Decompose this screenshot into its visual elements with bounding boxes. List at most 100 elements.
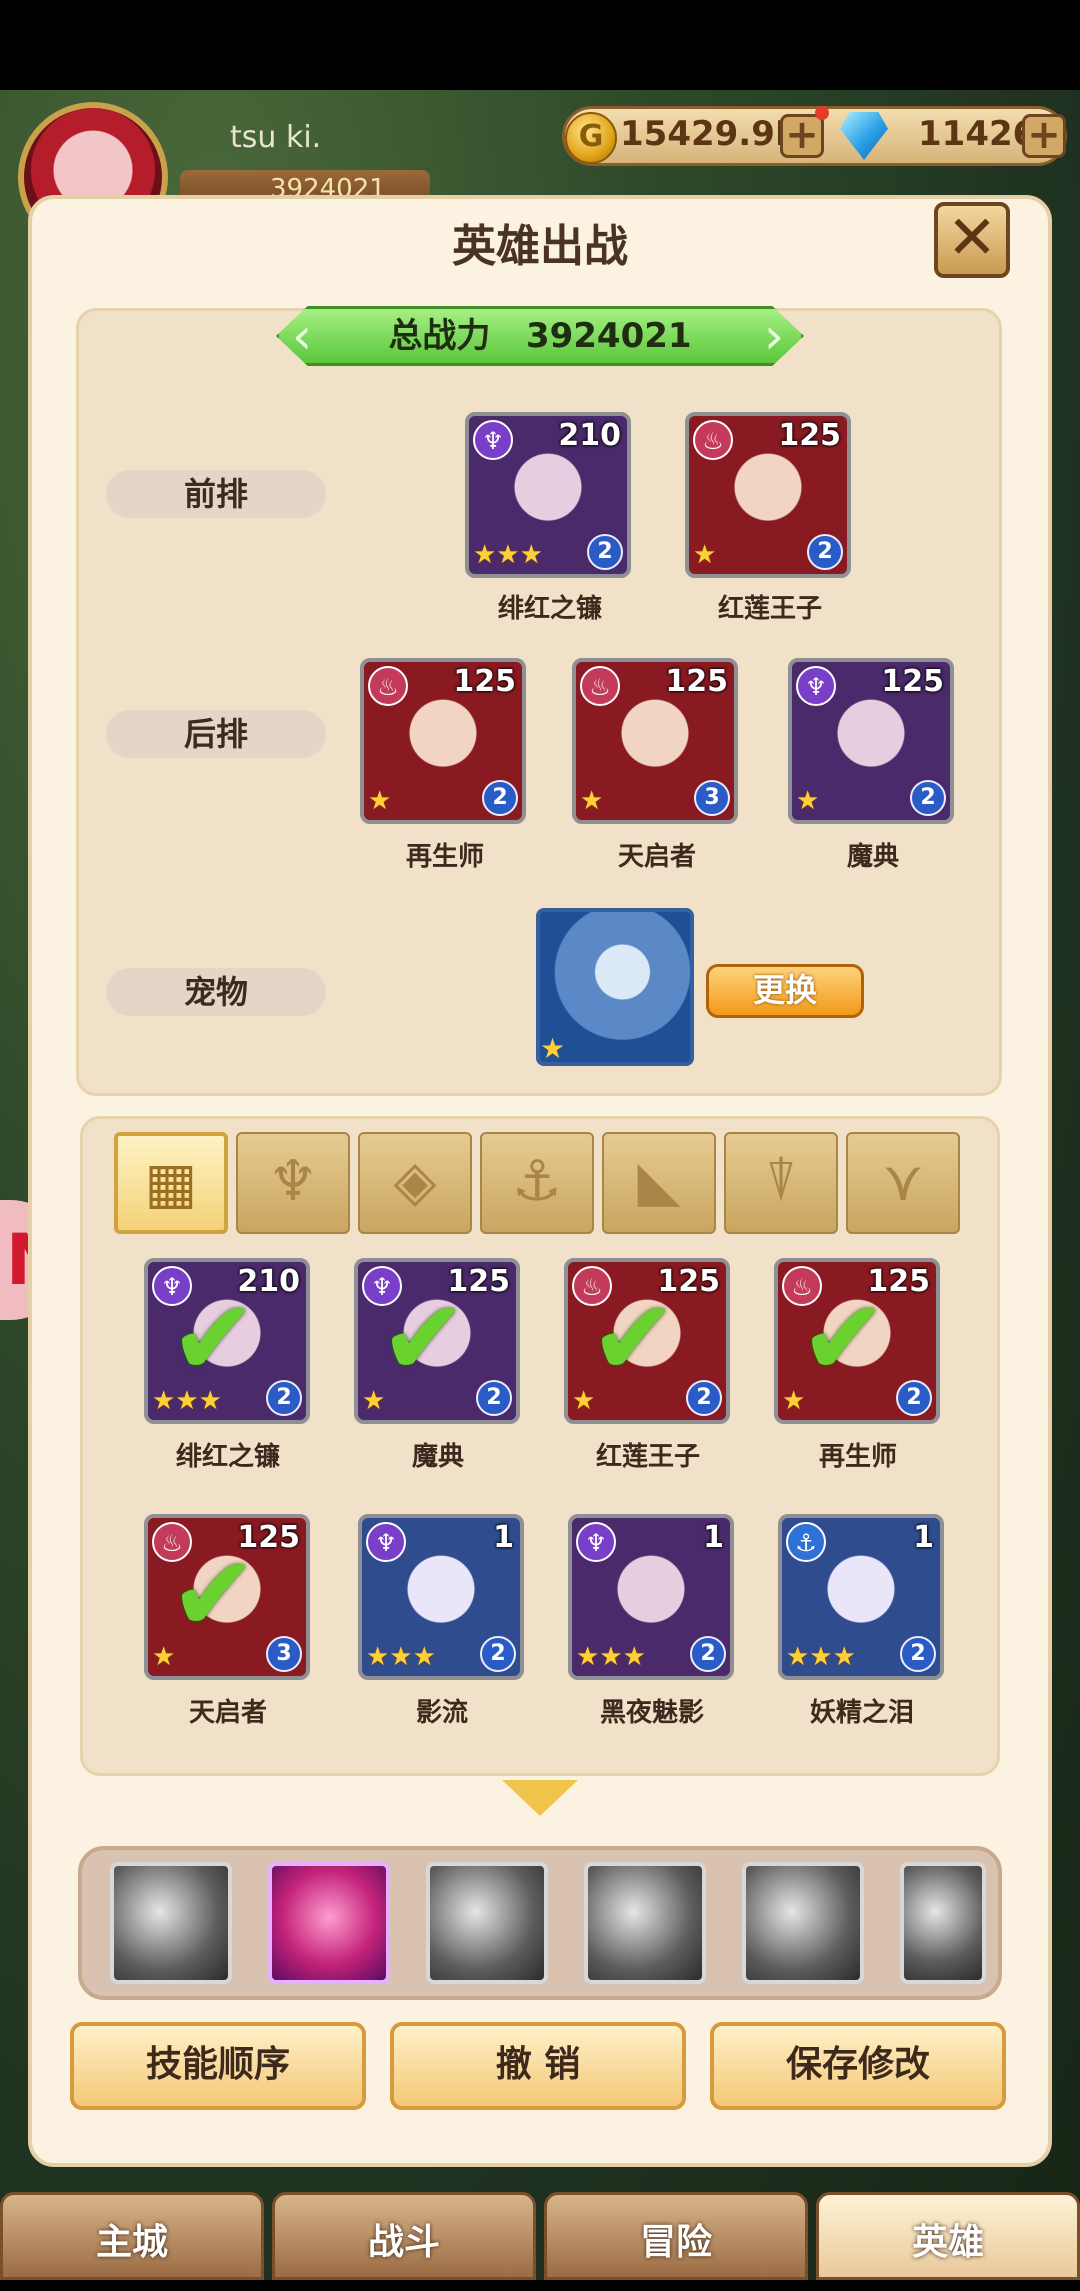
back-hero-card[interactable]: ♨ 125 ★ 2 xyxy=(360,658,526,824)
anchor-element-icon: ⚓ xyxy=(786,1522,826,1562)
hero-level: 125 xyxy=(453,664,516,699)
hero-rank-badge: 2 xyxy=(900,1636,936,1672)
pet-stars: ★ xyxy=(540,1032,566,1065)
hero-list-card[interactable]: ♆ 125 ★ 2 ✔ xyxy=(354,1258,520,1424)
total-power-value: 3924021 xyxy=(525,316,692,356)
chevron-right-icon: › xyxy=(764,307,784,365)
undo-button[interactable]: 撤 销 xyxy=(390,2022,686,2110)
nav-adventure[interactable]: 冒险 xyxy=(544,2192,808,2280)
skill-slot[interactable] xyxy=(584,1862,706,1984)
hero-list-card[interactable]: ♨ 125 ★ 2 ✔ xyxy=(564,1258,730,1424)
hero-level: 1 xyxy=(913,1520,934,1555)
filter-all-icon[interactable]: ▦ xyxy=(114,1132,228,1234)
nav-heroes[interactable]: 英雄 xyxy=(816,2192,1080,2280)
hero-stars: ★★★ xyxy=(366,1642,436,1672)
hero-name: 黑夜魅影 xyxy=(599,1698,704,1728)
gem-amount: 11426 xyxy=(918,114,1037,154)
selected-check-icon: ✔ xyxy=(170,1277,258,1399)
filter-light-icon[interactable]: ⋎ xyxy=(846,1132,960,1234)
total-power-banner: 总战力 3924021 xyxy=(276,306,804,366)
hero-list-card[interactable]: ♨ 125 ★ 2 ✔ xyxy=(774,1258,940,1424)
hero-list-card[interactable]: ♆ 210 ★★★ 2 ✔ xyxy=(144,1258,310,1424)
hero-name: 再生师 xyxy=(405,842,484,872)
dark-element-icon: ♆ xyxy=(796,666,836,706)
hero-stars: ★ xyxy=(580,786,604,816)
player-name: tsu ki. xyxy=(230,120,322,155)
add-gems-button[interactable]: + xyxy=(1022,114,1066,158)
hero-level: 1 xyxy=(493,1520,514,1555)
gold-amount: 15429.9K xyxy=(620,114,802,154)
hero-name: 天启者 xyxy=(188,1698,267,1728)
skill-slot[interactable] xyxy=(900,1862,986,1984)
hero-list-card[interactable]: ⚓ 1 ★★★ 2 xyxy=(778,1514,944,1680)
hero-stars: ★ xyxy=(368,786,392,816)
hero-rank-badge: 2 xyxy=(266,1380,302,1416)
hero-name: 魔典 xyxy=(846,842,899,872)
chevron-down-icon[interactable] xyxy=(502,1780,578,1816)
hero-name: 魔典 xyxy=(411,1442,464,1472)
hero-list-card[interactable]: ♆ 1 ★★★ 2 xyxy=(358,1514,524,1680)
hero-name: 天启者 xyxy=(617,842,696,872)
back-hero-card[interactable]: ♨ 125 ★ 3 xyxy=(572,658,738,824)
hero-level: 1 xyxy=(703,1520,724,1555)
filter-dark-icon[interactable]: ⍒ xyxy=(724,1132,838,1234)
nav-main-city[interactable]: 主城 xyxy=(0,2192,264,2280)
add-gold-button[interactable]: + xyxy=(780,114,824,158)
nav-battle[interactable]: 战斗 xyxy=(272,2192,536,2280)
hero-rank-badge: 3 xyxy=(694,780,730,816)
modal-title: 英雄出战 xyxy=(452,221,628,272)
hero-stars: ★ xyxy=(693,540,717,570)
hero-rank-badge: 2 xyxy=(910,780,946,816)
filter-anchor-icon[interactable]: ⚓ xyxy=(480,1132,594,1234)
hero-rank-badge: 2 xyxy=(587,534,623,570)
notification-dot xyxy=(815,106,829,120)
dark-element-icon: ♆ xyxy=(366,1522,406,1562)
hero-stars: ★★★ xyxy=(473,540,543,570)
close-button[interactable]: ✕ xyxy=(934,202,1010,278)
swap-pet-button[interactable]: 更换 xyxy=(706,964,864,1018)
hero-name: 再生师 xyxy=(818,1442,897,1472)
hero-list-card[interactable]: ♨ 125 ★ 3 ✔ xyxy=(144,1514,310,1680)
hero-rank-badge: 2 xyxy=(896,1380,932,1416)
hero-rank-badge: 2 xyxy=(690,1636,726,1672)
fire-element-icon: ♨ xyxy=(368,666,408,706)
hero-level: 125 xyxy=(778,418,841,453)
filter-beast-icon[interactable]: ◣ xyxy=(602,1132,716,1234)
hero-rank-badge: 2 xyxy=(476,1380,512,1416)
hero-name: 绯红之镰 xyxy=(175,1442,280,1472)
selected-check-icon: ✔ xyxy=(170,1533,258,1655)
pet-row-label: 宠物 xyxy=(106,968,326,1016)
skill-slot-active[interactable] xyxy=(268,1862,390,1984)
front-hero-card[interactable]: ♆ 210 ★★★ 2 xyxy=(465,412,631,578)
skill-slot[interactable] xyxy=(426,1862,548,1984)
hero-level: 210 xyxy=(558,418,621,453)
selected-check-icon: ✔ xyxy=(380,1277,468,1399)
back-row-label: 后排 xyxy=(106,710,326,758)
hero-rank-badge: 2 xyxy=(480,1636,516,1672)
save-button[interactable]: 保存修改 xyxy=(710,2022,1006,2110)
selected-check-icon: ✔ xyxy=(800,1277,888,1399)
hero-rank-badge: 3 xyxy=(266,1636,302,1672)
back-hero-card[interactable]: ♆ 125 ★ 2 xyxy=(788,658,954,824)
front-row-label: 前排 xyxy=(106,470,326,518)
selected-check-icon: ✔ xyxy=(590,1277,678,1399)
hero-stars: ★★★ xyxy=(786,1642,856,1672)
skill-slot[interactable] xyxy=(742,1862,864,1984)
front-hero-card[interactable]: ♨ 125 ★ 2 xyxy=(685,412,851,578)
hero-name: 妖精之泪 xyxy=(809,1698,914,1728)
filter-earth-icon[interactable]: ◈ xyxy=(358,1132,472,1234)
skill-slot[interactable] xyxy=(110,1862,232,1984)
hero-rank-badge: 2 xyxy=(482,780,518,816)
hero-stars: ★★★ xyxy=(576,1642,646,1672)
skill-order-button[interactable]: 技能顺序 xyxy=(70,2022,366,2110)
hero-list-card[interactable]: ♆ 1 ★★★ 2 xyxy=(568,1514,734,1680)
fire-element-icon: ♨ xyxy=(580,666,620,706)
gold-coin-icon: G xyxy=(565,112,617,164)
filter-wind-icon[interactable]: ♆ xyxy=(236,1132,350,1234)
dark-element-icon: ♆ xyxy=(473,420,513,460)
hero-rank-badge: 2 xyxy=(686,1380,722,1416)
fire-element-icon: ♨ xyxy=(693,420,733,460)
hero-level: 125 xyxy=(881,664,944,699)
hero-name: 红莲王子 xyxy=(717,594,822,624)
hero-name: 绯红之镰 xyxy=(497,594,602,624)
